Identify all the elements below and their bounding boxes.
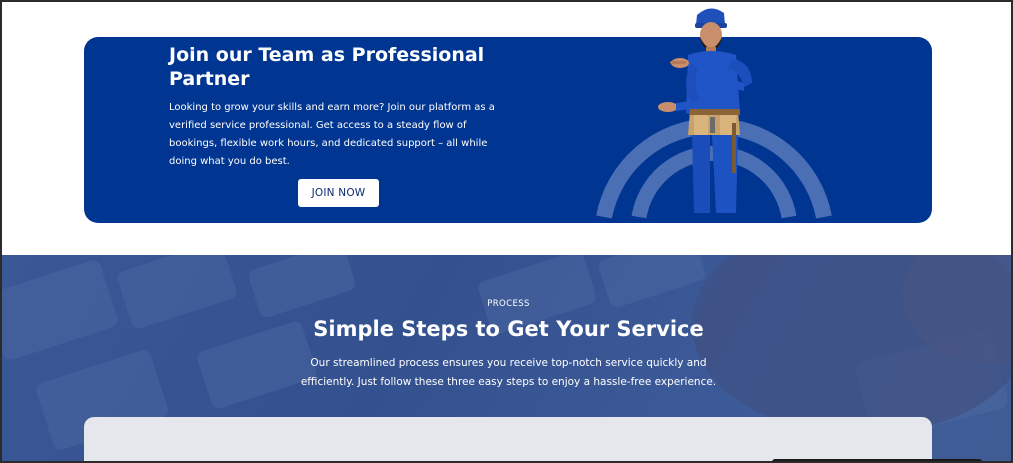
join-banner-card: Join our Team as Professional Partner Lo… (84, 8, 932, 223)
join-section: Join our Team as Professional Partner Lo… (2, 2, 1011, 255)
join-title: Join our Team as Professional Partner (169, 44, 485, 90)
worker-image (658, 8, 752, 213)
page-frame: Join our Team as Professional Partner Lo… (0, 0, 1013, 463)
join-description: Looking to grow your skills and earn mor… (169, 102, 495, 167)
process-eyebrow: PROCESS (487, 299, 530, 309)
process-title: Simple Steps to Get Your Service (313, 317, 704, 341)
horizontal-scrollbar[interactable] (772, 459, 982, 461)
process-section: PROCESS Simple Steps to Get Your Service… (2, 255, 1011, 461)
process-description: Our streamlined process ensures you rece… (300, 357, 717, 388)
join-now-button[interactable]: JOIN NOW (298, 179, 379, 207)
steps-panel (84, 417, 932, 461)
